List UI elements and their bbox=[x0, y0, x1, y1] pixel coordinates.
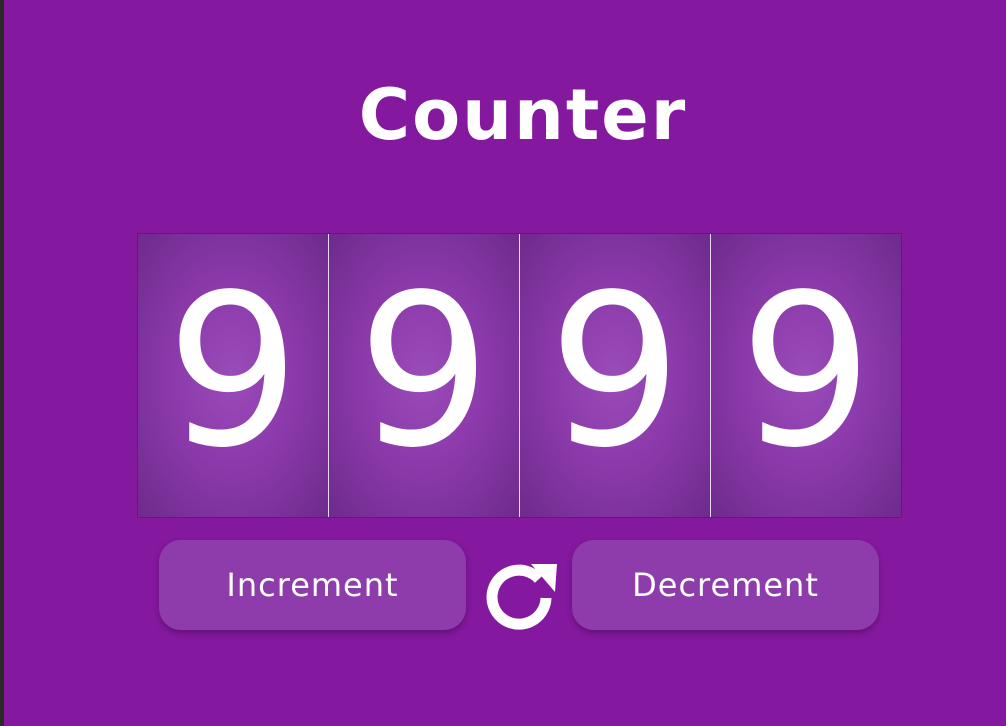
digit-thousands: 9 bbox=[138, 234, 329, 517]
refresh-icon bbox=[486, 564, 557, 630]
decrement-button[interactable]: Decrement bbox=[572, 540, 879, 630]
digit-display: 9 9 9 9 bbox=[137, 233, 902, 518]
digit-hundreds: 9 bbox=[329, 234, 520, 517]
reset-button[interactable] bbox=[483, 554, 559, 630]
page-title: Counter bbox=[358, 74, 688, 156]
digit-ones: 9 bbox=[711, 234, 901, 517]
digit-tens: 9 bbox=[520, 234, 711, 517]
increment-button[interactable]: Increment bbox=[159, 540, 466, 630]
counter-app: Counter 9 9 9 9 Increment Decrement bbox=[4, 0, 1006, 726]
